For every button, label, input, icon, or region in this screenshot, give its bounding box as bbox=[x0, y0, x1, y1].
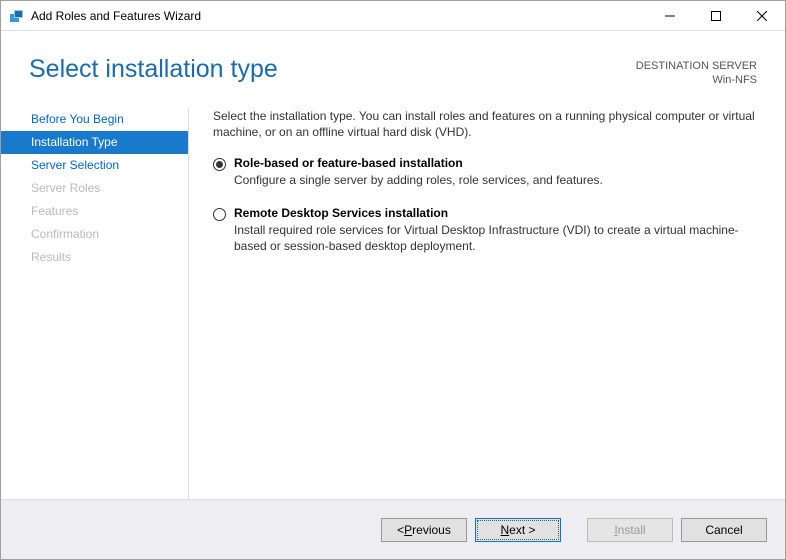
radio-remote-desktop[interactable] bbox=[213, 208, 226, 221]
page-title: Select installation type bbox=[29, 55, 636, 84]
sidebar-item-server-selection[interactable]: Server Selection bbox=[1, 154, 188, 177]
install-button: Install bbox=[587, 518, 673, 542]
destination-server-name: Win-NFS bbox=[636, 73, 757, 87]
previous-button[interactable]: < Previous bbox=[381, 518, 467, 542]
radio-role-based[interactable] bbox=[213, 158, 226, 171]
destination-server-block: DESTINATION SERVER Win-NFS bbox=[636, 55, 757, 88]
sidebar-item-installation-type[interactable]: Installation Type bbox=[1, 131, 188, 154]
server-manager-icon bbox=[9, 8, 25, 24]
wizard-sidebar: Before You Begin Installation Type Serve… bbox=[1, 108, 189, 499]
option-title: Role-based or feature-based installation bbox=[234, 156, 765, 170]
maximize-button[interactable] bbox=[693, 1, 739, 31]
wizard-window: Add Roles and Features Wizard Select ins… bbox=[0, 0, 786, 560]
main-panel: Select the installation type. You can in… bbox=[189, 108, 785, 499]
option-remote-desktop[interactable]: Remote Desktop Services installation Ins… bbox=[213, 206, 765, 254]
option-title: Remote Desktop Services installation bbox=[234, 206, 765, 220]
close-button[interactable] bbox=[739, 1, 785, 31]
sidebar-item-server-roles: Server Roles bbox=[1, 177, 188, 200]
option-description: Install required role services for Virtu… bbox=[234, 222, 765, 254]
titlebar: Add Roles and Features Wizard bbox=[1, 1, 785, 31]
sidebar-item-confirmation: Confirmation bbox=[1, 223, 188, 246]
next-button[interactable]: Next > bbox=[475, 518, 561, 542]
intro-text: Select the installation type. You can in… bbox=[213, 108, 765, 140]
destination-server-label: DESTINATION SERVER bbox=[636, 59, 757, 73]
content-area: Before You Begin Installation Type Serve… bbox=[1, 100, 785, 499]
wizard-footer: < Previous Next > Install Cancel bbox=[1, 499, 785, 559]
option-description: Configure a single server by adding role… bbox=[234, 172, 765, 188]
window-title: Add Roles and Features Wizard bbox=[31, 9, 201, 23]
cancel-button[interactable]: Cancel bbox=[681, 518, 767, 542]
sidebar-item-results: Results bbox=[1, 246, 188, 269]
sidebar-item-features: Features bbox=[1, 200, 188, 223]
option-role-based[interactable]: Role-based or feature-based installation… bbox=[213, 156, 765, 188]
minimize-button[interactable] bbox=[647, 1, 693, 31]
header: Select installation type DESTINATION SER… bbox=[1, 31, 785, 100]
sidebar-item-before-you-begin[interactable]: Before You Begin bbox=[1, 108, 188, 131]
